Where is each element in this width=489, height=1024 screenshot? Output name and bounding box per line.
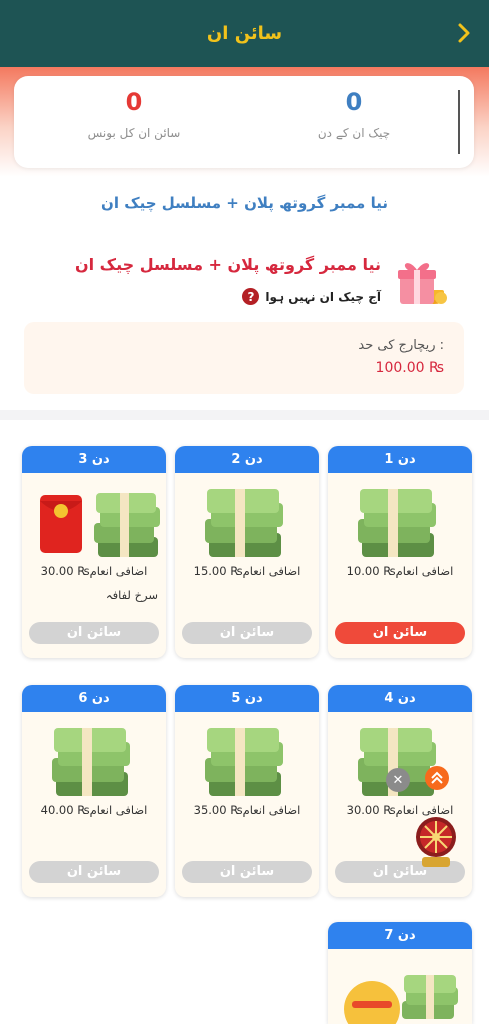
recharge-limit-label: ریچارج کی حد : <box>358 338 444 353</box>
money-stack-icon <box>328 720 472 806</box>
question-icon[interactable]: ? <box>242 288 260 305</box>
sign-in-button-day-6[interactable]: سائن ان <box>29 861 159 883</box>
page-title: سائن ان <box>206 23 283 44</box>
day-card-6: دن 6 اضافی انعام₨ 40.00 سائن ان <box>22 685 166 897</box>
checkin-stats-card: 0 چیک ان کے دن 0 سائن ان کل بونس <box>14 76 474 168</box>
reward-text: اضافی انعام₨ 15.00 <box>193 564 301 578</box>
recharge-limit-box: ریچارج کی حد : 100.00 ₨ <box>24 322 464 394</box>
reward-text: اضافی انعام₨ 10.00 <box>346 564 454 578</box>
checkin-days-stat: 0 چیک ان کے دن <box>264 88 444 140</box>
day-label: دن 7 <box>328 922 472 949</box>
day-card-5: دن 5 اضافی انعام₨ 35.00 سائن ان <box>175 685 319 897</box>
money-stack-icon <box>175 720 319 806</box>
plan-title: نیا ممبر گروتھ پلان + مسلسل چیک ان <box>74 255 381 274</box>
day-card-7: دن 7 <box>328 922 472 1024</box>
day-card-1: دن 1 اضافی انعام₨ 10.00 سائن ان <box>328 446 472 658</box>
day-card-3: دن 3 اضافی انعام₨ 30.00 سرخ لفافہ سائن ا… <box>22 446 166 658</box>
total-bonus-label: سائن ان کل بونس <box>87 126 181 140</box>
checkin-status-text: آج چیک ان نہیں ہوا <box>265 289 381 304</box>
day-label: دن 5 <box>175 685 319 712</box>
sign-in-button-day-3[interactable]: سائن ان <box>29 622 159 644</box>
money-stack-icon <box>22 720 166 806</box>
sign-in-button-day-5[interactable]: سائن ان <box>182 861 312 883</box>
reward-text: اضافی انعام₨ 35.00 <box>193 803 301 817</box>
reward-text: اضافی انعام₨ 40.00 <box>40 803 148 817</box>
coin-character-icon <box>344 975 458 1024</box>
top-bar: سائن ان <box>0 0 489 67</box>
section-divider <box>0 410 489 420</box>
sign-in-button-day-2[interactable]: سائن ان <box>182 622 312 644</box>
gift-icon <box>398 263 447 304</box>
money-stack-icon <box>175 481 319 567</box>
day-label: دن 3 <box>22 446 166 473</box>
checkin-status: ? آج چیک ان نہیں ہوا <box>242 288 381 305</box>
scroll-top-icon[interactable] <box>425 766 449 790</box>
day-label: دن 1 <box>328 446 472 473</box>
chevron-right-icon[interactable] <box>453 22 475 44</box>
total-bonus-stat: 0 سائن ان کل بونس <box>44 88 224 140</box>
reward-text: اضافی انعام₨ 30.00 <box>40 564 148 578</box>
close-icon[interactable]: ✕ <box>386 768 410 792</box>
plan-heading: نیا ممبر گروتھ پلان + مسلسل چیک ان <box>101 194 388 212</box>
day-card-2: دن 2 اضافی انعام₨ 15.00 سائن ان <box>175 446 319 658</box>
reward-extra-text: سرخ لفافہ <box>105 588 158 602</box>
checkin-days-value: 0 <box>345 88 363 116</box>
recharge-limit-value: 100.00 ₨ <box>375 360 444 376</box>
lucky-wheel-icon[interactable] <box>414 815 458 869</box>
red-envelope-icon <box>40 493 160 557</box>
money-stack-icon <box>328 481 472 567</box>
day-label: دن 6 <box>22 685 166 712</box>
total-bonus-value: 0 <box>125 88 143 116</box>
sign-in-button-day-1[interactable]: سائن ان <box>335 622 465 644</box>
day-label: دن 2 <box>175 446 319 473</box>
day-label: دن 4 <box>328 685 472 712</box>
checkin-days-label: چیک ان کے دن <box>317 126 391 140</box>
stats-divider <box>458 90 460 154</box>
